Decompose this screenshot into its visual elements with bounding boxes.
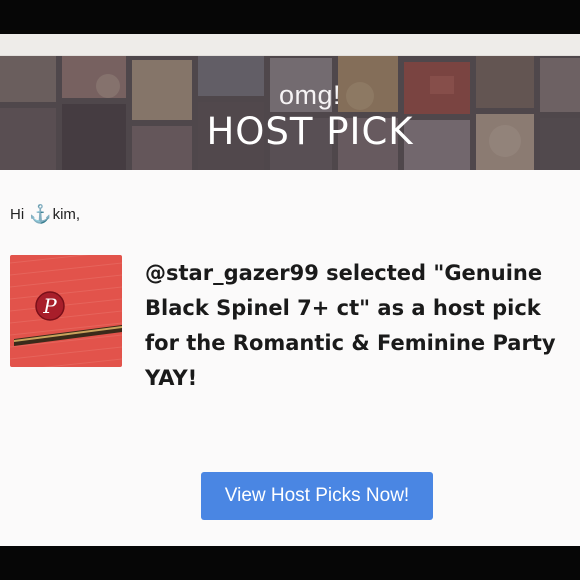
svg-text:P: P (42, 294, 57, 318)
banner-title: HOST PICK (206, 110, 414, 153)
anchor-icon: ⚓ (29, 204, 52, 224)
email-body: Hi ⚓ kim, P @star_gazer99 selected "Genu… (0, 170, 580, 546)
email-screen: omg! HOST PICK Hi ⚓ kim, P @star_gazer99… (0, 34, 580, 546)
message-line: YAY! (145, 366, 198, 390)
banner-eyebrow: omg! (278, 80, 342, 110)
greeting-prefix: Hi (10, 205, 25, 223)
listing-thumbnail[interactable]: P (10, 255, 122, 367)
message-line: for the Romantic & Feminine Party (145, 331, 556, 355)
greeting-username: kim, (52, 205, 81, 223)
listing-thumbnail-image: P (10, 255, 122, 367)
view-host-picks-button[interactable]: View Host Picks Now! (201, 472, 433, 520)
top-strip (0, 34, 580, 56)
top-black-border (0, 0, 580, 34)
host-pick-message: @star_gazer99 selected "Genuine Black Sp… (145, 256, 580, 396)
message-line: @star_gazer99 selected "Genuine (145, 261, 543, 285)
greeting: Hi ⚓ kim, (10, 205, 80, 223)
poshmark-logo-icon: P (35, 291, 65, 321)
bottom-black-border (0, 546, 580, 580)
host-pick-banner: omg! HOST PICK (0, 56, 580, 170)
message-line: Black Spinel 7+ ct" as a host pick (145, 296, 541, 320)
